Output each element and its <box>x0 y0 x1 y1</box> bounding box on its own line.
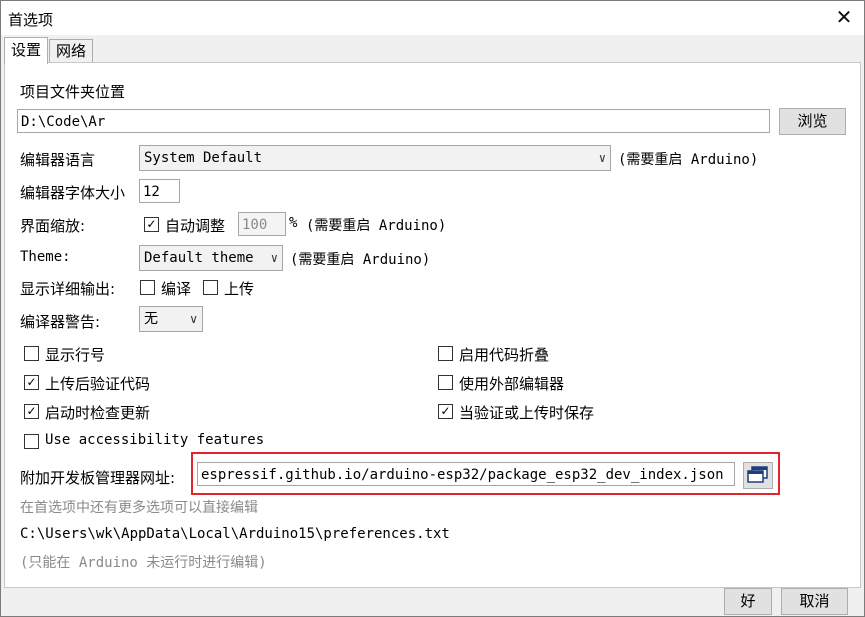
preferences-file-path[interactable]: C:\Users\wk\AppData\Local\Arduino15\pref… <box>20 526 450 542</box>
tab-settings[interactable]: 设置 <box>4 37 49 64</box>
language-label: 编辑器语言 <box>20 151 96 169</box>
verbose-compile-checkbox[interactable] <box>140 280 155 295</box>
verbose-upload-label: 上传 <box>224 280 255 298</box>
close-icon[interactable]: ✕ <box>831 4 857 30</box>
save-on-verify-label: 当验证或上传时保存 <box>459 404 595 422</box>
window-list-icon <box>747 466 768 483</box>
save-on-verify-checkbox[interactable]: ✓ <box>438 404 453 419</box>
browse-button[interactable]: 浏览 <box>779 108 846 135</box>
board-urls-input[interactable]: espressif.github.io/arduino-esp32/packag… <box>197 462 735 486</box>
board-urls-value: espressif.github.io/arduino-esp32/packag… <box>201 467 724 483</box>
window-title: 首选项 <box>8 11 54 29</box>
scale-label: 界面缩放: <box>20 217 86 235</box>
scale-percent-input[interactable]: 100 <box>238 212 286 236</box>
code-folding-label: 启用代码折叠 <box>459 346 550 364</box>
cancel-button[interactable]: 取消 <box>781 588 848 615</box>
code-folding-checkbox[interactable] <box>438 346 453 361</box>
sketchbook-path-input[interactable]: D:\Code\Ar <box>17 109 770 133</box>
tab-network[interactable]: 网络 <box>49 39 94 62</box>
theme-value: Default theme <box>144 250 254 266</box>
verbose-label: 显示详细输出: <box>20 280 116 298</box>
verbose-upload-checkbox[interactable] <box>203 280 218 295</box>
verbose-compile-label: 编译 <box>161 280 192 298</box>
language-value: System Default <box>144 150 263 166</box>
board-urls-label: 附加开发板管理器网址: <box>20 469 176 487</box>
verify-after-upload-label: 上传后验证代码 <box>45 375 151 393</box>
external-editor-checkbox[interactable] <box>438 375 453 390</box>
check-updates-checkbox[interactable]: ✓ <box>24 404 39 419</box>
language-select[interactable]: System Default ∨ <box>139 145 611 171</box>
font-size-input[interactable]: 12 <box>139 179 180 203</box>
theme-select[interactable]: Default theme ∨ <box>139 245 283 271</box>
more-options-note: 在首选项中还有更多选项可以直接编辑 <box>20 500 258 516</box>
theme-restart-note: (需要重启 Arduino) <box>290 252 431 268</box>
title-bar: 首选项 ✕ <box>1 1 864 35</box>
check-updates-label: 启动时检查更新 <box>45 404 151 422</box>
warnings-value: 无 <box>144 311 158 327</box>
edit-urls-button[interactable] <box>743 462 773 489</box>
font-size-label: 编辑器字体大小 <box>20 184 126 202</box>
ok-button[interactable]: 好 <box>724 588 772 615</box>
auto-scale-label: 自动调整 <box>165 217 226 235</box>
verify-after-upload-checkbox[interactable]: ✓ <box>24 375 39 390</box>
auto-scale-checkbox[interactable]: ✓ <box>144 217 159 232</box>
line-numbers-checkbox[interactable] <box>24 346 39 361</box>
preferences-window: 首选项 ✕ 设置 网络 项目文件夹位置 D:\Code\Ar 浏览 编辑器语言 … <box>0 0 865 617</box>
chevron-down-icon: ∨ <box>598 151 606 165</box>
scale-percent-unit: % <box>289 215 298 231</box>
theme-label: Theme: <box>20 249 71 265</box>
scale-restart-note: (需要重启 Arduino) <box>306 218 447 234</box>
external-editor-label: 使用外部编辑器 <box>459 375 565 393</box>
chevron-down-icon: ∨ <box>270 251 278 265</box>
accessibility-label: Use accessibility features <box>45 432 265 448</box>
sketchbook-label: 项目文件夹位置 <box>20 83 126 101</box>
warnings-label: 编译器警告: <box>20 313 101 331</box>
chevron-down-icon: ∨ <box>189 312 198 326</box>
line-numbers-label: 显示行号 <box>45 346 106 364</box>
warnings-select[interactable]: 无 ∨ <box>139 306 203 332</box>
language-restart-note: (需要重启 Arduino) <box>618 152 759 168</box>
accessibility-checkbox[interactable] <box>24 434 39 449</box>
edit-warning-note: (只能在 Arduino 未运行时进行编辑) <box>20 555 267 571</box>
